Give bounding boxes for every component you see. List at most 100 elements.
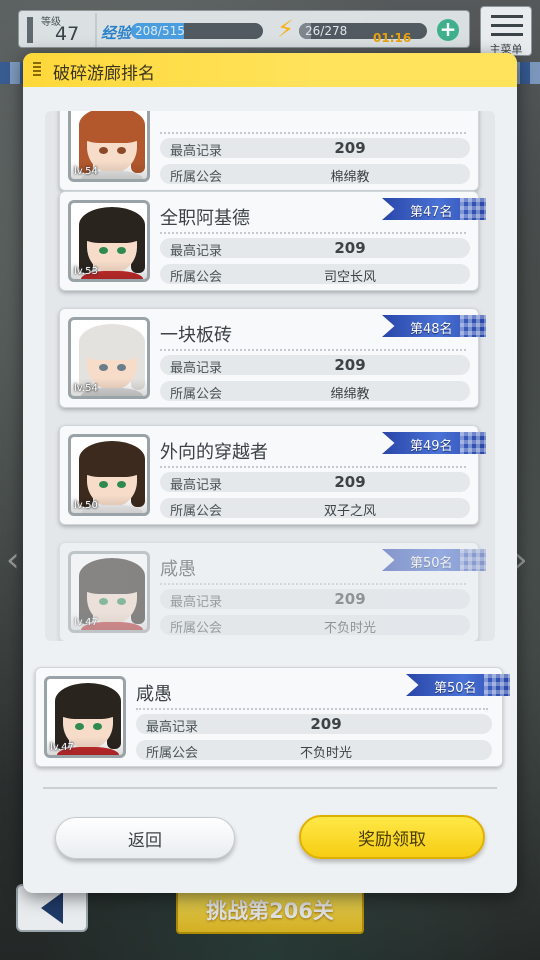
record-label: 最高记录 — [146, 720, 199, 735]
add-stamina-button[interactable]: + — [437, 19, 459, 41]
ranking-card[interactable]: lv.53 全职阿基德 第47名 最高记录 209 所属公会 司空长风 — [59, 191, 486, 291]
modal-title: 破碎游廊排名 — [53, 64, 155, 84]
player-avatar: lv.54 — [68, 111, 150, 182]
dotted-divider — [160, 349, 466, 351]
player-level: lv.54 — [74, 383, 98, 394]
player-name: 全职阿基德 — [160, 208, 250, 229]
rank-ribbon-checker — [460, 198, 486, 220]
avatar-eye — [93, 723, 102, 730]
dotted-divider — [160, 466, 466, 468]
main-menu-button[interactable]: 主菜单 — [480, 6, 532, 56]
dotted-divider — [160, 232, 466, 234]
ranking-card[interactable]: lv.54 最高记录 209 所属公会 棉绵教 — [59, 111, 479, 191]
avatar-eye — [75, 723, 84, 730]
record-value: 209 — [334, 590, 366, 608]
rank-text: 第50名 — [434, 681, 477, 696]
record-value: 209 — [334, 473, 366, 491]
stamina-bolt-icon: ⚡ — [277, 15, 294, 43]
guild-label: 所属公会 — [170, 387, 223, 402]
rank-badge: 第48名 — [382, 315, 486, 337]
exp-text: 208/515 — [135, 24, 185, 38]
avatar-hair — [79, 441, 145, 477]
player-avatar: lv.50 — [68, 434, 150, 516]
player-name: 一块板砖 — [160, 325, 232, 346]
guild-value: 不负时光 — [299, 746, 352, 761]
dotted-divider — [136, 708, 488, 710]
record-value: 209 — [334, 239, 366, 257]
player-level: lv.47 — [50, 742, 74, 753]
avatar-eye — [117, 147, 126, 154]
avatar-eye — [99, 481, 108, 488]
right-arrow-icon: › — [514, 540, 528, 580]
player-avatar: lv.53 — [68, 200, 150, 282]
guild-label: 所属公会 — [170, 170, 223, 185]
avatar-hair — [79, 111, 145, 143]
guild-value: 绵绵教 — [330, 387, 370, 402]
player-level: lv.50 — [74, 500, 98, 511]
guild-label: 所属公会 — [170, 504, 223, 519]
player-name: 咸愚 — [136, 684, 172, 705]
player-avatar: lv.47 — [68, 551, 150, 633]
exp-label: 经验 — [101, 24, 132, 42]
back-button[interactable]: 返回 — [55, 817, 235, 859]
dotted-divider — [160, 583, 466, 585]
player-name: 外向的穿越者 — [160, 442, 268, 463]
player-level: lv.47 — [74, 617, 98, 628]
record-label: 最高记录 — [170, 595, 223, 610]
stamina-timer: 01:16 — [373, 31, 412, 45]
player-avatar: lv.47 — [44, 676, 126, 758]
rank-badge: 第50名 — [406, 674, 510, 696]
record-label: 最高记录 — [170, 144, 223, 159]
menu-icon — [491, 15, 523, 42]
ranking-card[interactable]: lv.50 外向的穿越者 第49名 最高记录 209 所属公会 双子之风 — [59, 425, 486, 525]
player-level: lv.53 — [74, 266, 98, 277]
avatar-eye — [117, 364, 126, 371]
player-level: lv.54 — [74, 166, 98, 177]
guild-label: 所属公会 — [170, 270, 223, 285]
rank-text: 第49名 — [410, 439, 453, 454]
avatar-hair — [55, 683, 121, 719]
ranking-modal: 破碎游廊排名 lv.54 最高记录 209 所属公会 棉绵教 lv.53 全职阿… — [23, 53, 517, 893]
player-name: 咸愚 — [160, 559, 196, 580]
divider — [43, 787, 497, 789]
my-rank-card[interactable]: lv.47 咸愚 第50名 最高记录 209 所属公会 不负时光 — [35, 667, 510, 767]
rank-text: 第47名 — [410, 205, 453, 220]
avatar-eye — [99, 247, 108, 254]
ranking-card[interactable]: lv.47 咸愚 第50名 最高记录 209 所属公会 不负时光 — [59, 542, 486, 641]
rank-badge: 第47名 — [382, 198, 486, 220]
record-label: 最高记录 — [170, 244, 223, 259]
guild-row: 所属公会 司空长风 — [160, 264, 470, 285]
grip-icon — [33, 62, 41, 78]
guild-value: 不负时光 — [323, 621, 376, 636]
claim-reward-button[interactable]: 奖励领取 — [299, 815, 485, 859]
ranking-list[interactable]: lv.54 最高记录 209 所属公会 棉绵教 lv.53 全职阿基德 第47名… — [45, 111, 495, 641]
avatar-eye — [117, 481, 126, 488]
guild-value: 双子之风 — [323, 504, 376, 519]
guild-row: 所属公会 不负时光 — [136, 740, 492, 761]
rank-text: 第48名 — [410, 322, 453, 337]
avatar-eye — [99, 147, 108, 154]
avatar-hair — [79, 558, 145, 594]
back-arrow-icon — [41, 892, 63, 924]
ranking-card[interactable]: lv.54 一块板砖 第48名 最高记录 209 所属公会 绵绵教 — [59, 308, 486, 408]
top-hud: 等级 47 经验 208/515 ⚡ 26/278 01:16 + — [18, 10, 470, 48]
avatar-eye — [117, 598, 126, 605]
dotted-divider — [160, 132, 466, 134]
guild-row: 所属公会 不负时光 — [160, 615, 470, 636]
rank-ribbon-checker — [484, 674, 510, 696]
rank-badge: 第50名 — [382, 549, 486, 571]
challenge-button[interactable]: 挑战第206关 — [176, 886, 364, 934]
avatar-hair — [79, 207, 145, 243]
record-row: 最高记录 209 — [160, 589, 470, 610]
guild-row: 所属公会 绵绵教 — [160, 381, 470, 402]
guild-label: 所属公会 — [146, 746, 199, 761]
record-row: 最高记录 209 — [160, 138, 470, 159]
record-label: 最高记录 — [170, 361, 223, 376]
record-row: 最高记录 209 — [160, 472, 470, 493]
modal-header: 破碎游廊排名 — [23, 53, 517, 87]
guild-row: 所属公会 棉绵教 — [160, 164, 470, 185]
guild-label: 所属公会 — [170, 621, 223, 636]
record-value: 209 — [310, 715, 342, 733]
stamina-text: 26/278 — [305, 24, 348, 38]
avatar-hair — [79, 324, 145, 360]
